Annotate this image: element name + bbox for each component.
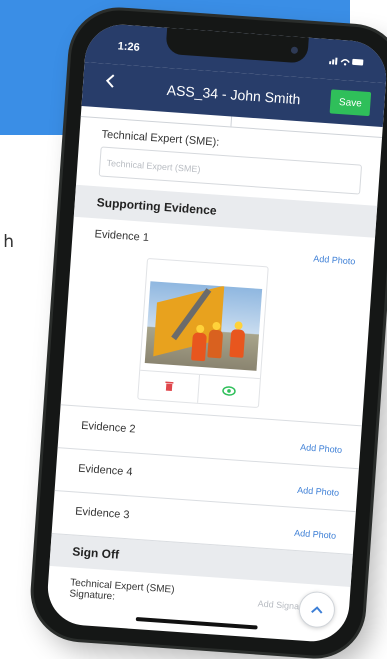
body-text-fragment: h (3, 232, 14, 252)
evidence-label: Evidence 1 (94, 228, 150, 245)
trash-icon (164, 380, 174, 391)
add-photo-link[interactable]: Add Photo (294, 528, 337, 541)
photo-card (137, 257, 269, 409)
add-photo-link[interactable]: Add Photo (313, 254, 356, 267)
evidence-photo[interactable] (144, 281, 263, 371)
status-icons (329, 55, 366, 69)
add-signature-link[interactable]: Add Signa (257, 599, 299, 612)
evidence-label: Evidence 2 (80, 419, 136, 436)
phone-screen: 1:26 ASS_34 - John Smith Save Technical … (45, 22, 387, 644)
add-photo-link[interactable]: Add Photo (297, 485, 340, 498)
photo-actions (138, 369, 260, 408)
phone-mockup: 1:26 ASS_34 - John Smith Save Technical … (30, 7, 387, 659)
save-button[interactable]: Save (329, 89, 372, 117)
signature-label: Technical Expert (SME) Signature: (69, 577, 175, 603)
worker-figure (229, 328, 246, 358)
delete-photo-button[interactable] (138, 370, 201, 403)
add-photo-link[interactable]: Add Photo (300, 442, 343, 455)
phone-notch (165, 27, 309, 64)
signal-wifi-battery-icon (329, 57, 364, 66)
worker-figure (191, 332, 207, 362)
view-photo-button[interactable] (198, 375, 260, 407)
evidence-label: Evidence 3 (74, 505, 130, 522)
eye-icon (222, 385, 236, 396)
phone-frame: 1:26 ASS_34 - John Smith Save Technical … (30, 7, 387, 659)
evidence-row-1: Evidence 1 Add Photo (60, 216, 376, 427)
form-content: Technical Expert (SME): Technical Expert… (46, 105, 383, 631)
worker-figure (207, 329, 224, 359)
camera-icon (290, 46, 299, 54)
evidence-label: Evidence 4 (77, 462, 133, 479)
status-time: 1:26 (117, 40, 141, 54)
